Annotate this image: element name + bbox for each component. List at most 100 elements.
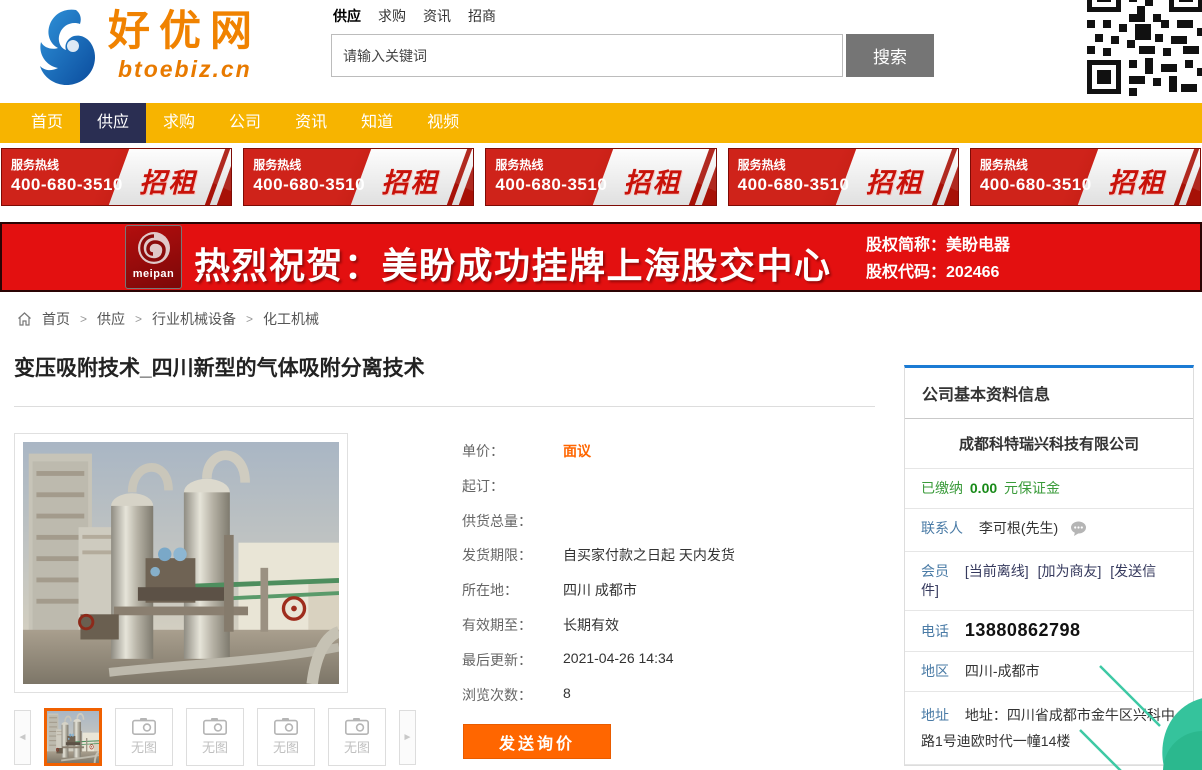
thumbnail-1-selected[interactable] (44, 708, 102, 766)
detail-row-delivery: 发货期限： 自买家付款之日起 天内发货 (462, 545, 882, 566)
stock-name-label: 股权简称： (866, 237, 946, 254)
detail-label: 所在地： (462, 580, 563, 601)
nav-item-know[interactable]: 知道 (344, 103, 410, 143)
company-panel-title: 公司基本资料信息 (905, 368, 1193, 419)
search-input[interactable] (331, 34, 843, 77)
detail-row-price: 单价： 面议 (462, 441, 882, 462)
ad-phone: 400-680-3510 (738, 174, 850, 196)
camera-icon (132, 718, 156, 735)
promo-headline: 热烈祝贺：美盼成功挂牌上海股交中心 (194, 237, 832, 289)
ad-banner-5[interactable]: 服务热线 400-680-3510 招租 (970, 148, 1201, 206)
nav-item-buy[interactable]: 求购 (146, 103, 212, 143)
site-name: 好优网 (108, 8, 261, 54)
contact-name: 李可根(先生) (979, 520, 1058, 536)
nav-item-news[interactable]: 资讯 (278, 103, 344, 143)
product-photo[interactable] (14, 433, 348, 693)
logo-texts: 好优网 btoebiz.cn (108, 8, 261, 83)
ad-hotline-label: 服务热线 (253, 158, 365, 174)
contact-row: 联系人 李可根(先生) (905, 509, 1193, 552)
thumbnail-5-empty[interactable]: 无图 (328, 708, 386, 766)
search-box: 搜索 (331, 34, 941, 77)
chat-bubble-icon[interactable] (1070, 521, 1087, 541)
detail-label: 发货期限： (462, 545, 563, 566)
no-image-label: 无图 (131, 737, 157, 756)
ad-cta: 招租 (1108, 161, 1166, 200)
ad-phone: 400-680-3510 (980, 174, 1092, 196)
thumbnail-3-empty[interactable]: 无图 (186, 708, 244, 766)
company-name[interactable]: 成都科特瑞兴科技有限公司 (905, 419, 1193, 469)
address-value: 地址：四川省成都市金牛区兴科中路1号迪欧时代一幢14楼 (921, 707, 1175, 749)
meipan-brand-text: meipan (126, 268, 181, 280)
detail-value: 四川 成都市 (563, 580, 637, 601)
nav-item-company[interactable]: 公司 (212, 103, 278, 143)
nav-item-supply[interactable]: 供应 (80, 103, 146, 143)
ad-banner-row: 服务热线 400-680-3510 招租 服务热线 400-680-3510 招… (0, 148, 1202, 206)
breadcrumb-supply[interactable]: 供应 (97, 309, 125, 329)
search-area: 供应 求购 资讯 招商 搜索 (331, 6, 941, 77)
detail-value: 8 (563, 685, 571, 706)
no-image-label: 无图 (202, 737, 228, 756)
detail-value: 长期有效 (563, 615, 619, 636)
site-logo[interactable]: 好优网 btoebiz.cn (36, 8, 261, 92)
nav-item-home[interactable]: 首页 (14, 103, 80, 143)
camera-icon (345, 718, 369, 735)
deposit-row: 已缴纳 0.00 元保证金 (905, 469, 1193, 509)
detail-label: 单价： (462, 441, 563, 462)
detail-row-location: 所在地： 四川 成都市 (462, 580, 882, 601)
region-value: 四川-成都市 (965, 663, 1040, 679)
search-tab-news[interactable]: 资讯 (423, 6, 451, 26)
member-status-link[interactable]: [当前离线] (965, 563, 1029, 579)
ad-cta: 招租 (866, 161, 924, 200)
breadcrumb-category[interactable]: 行业机械设备 (152, 309, 236, 329)
phone-row: 电话 13880862798 (905, 611, 1193, 652)
main-nav: 首页 供应 求购 公司 资讯 知道 视频 (0, 103, 1202, 143)
ad-hotline-label: 服务热线 (980, 158, 1092, 174)
ad-banner-1[interactable]: 服务热线 400-680-3510 招租 (1, 148, 232, 206)
promo-banner[interactable]: meipan 热烈祝贺：美盼成功挂牌上海股交中心 股权简称：美盼电器 股权代码：… (0, 222, 1202, 292)
product-details: 单价： 面议 起订： 供货总量： 发货期限： 自买家付款之日起 天内发货 所在地… (462, 441, 882, 719)
member-label: 会员 (921, 563, 949, 579)
ad-cta: 招租 (624, 161, 682, 200)
no-image-label: 无图 (273, 737, 299, 756)
send-inquiry-button[interactable]: 发送询价 (463, 724, 611, 759)
detail-label: 最后更新： (462, 650, 563, 671)
search-button[interactable]: 搜索 (846, 34, 934, 77)
stock-code: 202466 (946, 264, 999, 281)
top-header: 好优网 btoebiz.cn 供应 求购 资讯 招商 搜索 (0, 0, 1202, 103)
detail-row-views: 浏览次数： 8 (462, 685, 882, 706)
promo-stock-info: 股权简称：美盼电器 股权代码：202466 (866, 232, 1010, 286)
phone-number: 13880862798 (965, 620, 1081, 640)
stock-name: 美盼电器 (946, 237, 1010, 254)
page: 好优网 btoebiz.cn 供应 求购 资讯 招商 搜索 (0, 0, 1202, 770)
ad-banner-4[interactable]: 服务热线 400-680-3510 招租 (728, 148, 959, 206)
left-arrow-icon: ◄ (18, 732, 28, 743)
detail-label: 浏览次数： (462, 685, 563, 706)
deposit-suffix: 元保证金 (1004, 480, 1060, 496)
search-tab-supply[interactable]: 供应 (333, 6, 361, 26)
product-photo-image (23, 442, 339, 684)
breadcrumb-home[interactable]: 首页 (42, 309, 70, 329)
thumbnail-4-empty[interactable]: 无图 (257, 708, 315, 766)
breadcrumb: 首页 > 供应 > 行业机械设备 > 化工机械 (17, 309, 319, 329)
ad-banner-2[interactable]: 服务热线 400-680-3510 招租 (243, 148, 474, 206)
search-tab-buy[interactable]: 求购 (378, 6, 406, 26)
address-row: 地址 地址：四川省成都市金牛区兴科中路1号迪欧时代一幢14楼 (905, 692, 1193, 765)
search-tab-invest[interactable]: 招商 (468, 6, 496, 26)
thumb-scroll-right-button[interactable]: ► (399, 710, 416, 765)
thumb-scroll-left-button[interactable]: ◄ (14, 710, 31, 765)
detail-value: 自买家付款之日起 天内发货 (563, 545, 735, 566)
thumbnail-2-empty[interactable]: 无图 (115, 708, 173, 766)
camera-icon (203, 718, 227, 735)
camera-icon (274, 718, 298, 735)
nav-item-video[interactable]: 视频 (410, 103, 476, 143)
add-friend-link[interactable]: [加为商友] (1038, 563, 1102, 579)
detail-value-price: 面议 (563, 441, 591, 462)
ad-banner-3[interactable]: 服务热线 400-680-3510 招租 (485, 148, 716, 206)
detail-label: 有效期至： (462, 615, 563, 636)
company-info-panel: 公司基本资料信息 成都科特瑞兴科技有限公司 已缴纳 0.00 元保证金 联系人 … (904, 365, 1194, 766)
breadcrumb-subcategory[interactable]: 化工机械 (263, 309, 319, 329)
ad-phone: 400-680-3510 (253, 174, 365, 196)
home-icon (17, 312, 32, 326)
detail-label: 起订： (462, 476, 563, 497)
title-divider (14, 406, 875, 407)
